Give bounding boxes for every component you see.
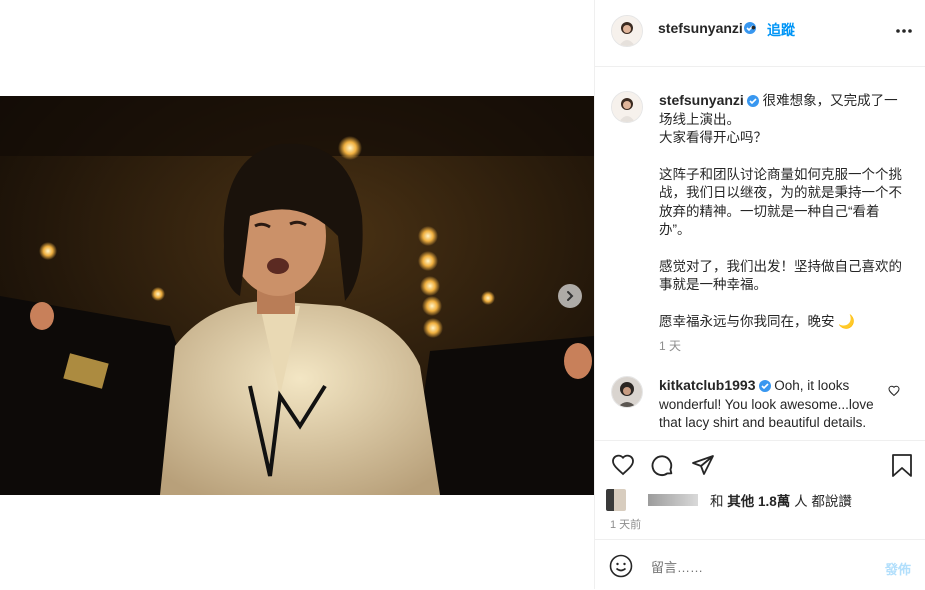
likes-suffix: 人 都說讚 — [794, 494, 852, 509]
share-send-icon[interactable] — [691, 453, 715, 477]
post-photo[interactable] — [0, 96, 594, 495]
next-image-button[interactable] — [558, 284, 582, 308]
save-bookmark-icon[interactable] — [891, 453, 913, 478]
liker-avatar — [606, 489, 626, 511]
likes-summary[interactable]: 和 其他 1.8萬 人 都說讚 — [606, 489, 852, 511]
like-heart-icon[interactable] — [610, 453, 636, 477]
post-comment-button[interactable]: 發佈 — [885, 559, 911, 578]
likes-count: 1.8萬 — [758, 494, 791, 509]
comments-list[interactable]: stefsunyanzi 很难想象，又完成了一场线上演出。 大家看得开心吗？ 这… — [595, 67, 925, 440]
separator-dot: • — [751, 19, 756, 35]
more-options-icon[interactable] — [895, 22, 913, 40]
avatar[interactable] — [611, 15, 643, 47]
photo-image — [0, 96, 594, 495]
post-header: stefsunyanzi • 追蹤 — [595, 0, 925, 67]
like-comment-heart-icon[interactable] — [888, 385, 900, 397]
caption-line: 感觉对了，我们出发！坚持做自己喜欢的事就是一种幸福。 — [659, 258, 902, 293]
post-caption: stefsunyanzi 很难想象，又完成了一场线上演出。 大家看得开心吗？ 这… — [659, 91, 904, 331]
avatar-image — [612, 377, 642, 407]
caption-username[interactable]: stefsunyanzi — [659, 92, 744, 108]
comment-item: kitkatclub1993 Ooh, it looks wonderful! … — [659, 376, 884, 433]
caption-line: 愿幸福永远与你我同在，晚安 🌙 — [659, 313, 856, 329]
chevron-right-icon — [567, 291, 574, 301]
avatar-image — [612, 92, 642, 122]
header-username[interactable]: stefsunyanzi — [658, 20, 743, 36]
liker-username — [648, 494, 698, 506]
comment-bubble-icon[interactable] — [650, 453, 675, 478]
post-actions: 和 其他 1.8萬 人 都說讚 1 天前 — [595, 440, 925, 539]
likes-others-label: 其他 — [727, 494, 755, 509]
comment-username[interactable]: kitkatclub1993 — [659, 377, 756, 393]
caption-avatar[interactable] — [611, 91, 643, 123]
emoji-smile-icon[interactable] — [609, 554, 633, 578]
likes-and: 和 — [710, 494, 724, 509]
post-sidebar: stefsunyanzi • 追蹤 stefsunyanzi 很难想象，又完成了… — [594, 0, 925, 589]
follow-button[interactable]: 追蹤 — [767, 20, 795, 40]
add-comment-bar: 發佈 — [595, 539, 925, 590]
verified-badge-icon — [746, 95, 759, 107]
verified-badge-icon — [758, 380, 771, 392]
post-media-area — [0, 0, 594, 589]
comment-input[interactable] — [649, 555, 873, 579]
caption-line: 这阵子和团队讨论商量如何克服一个个挑战，我们日以继夜，为的就是秉持一个不放弃的精… — [659, 166, 902, 238]
post-date[interactable]: 1 天前 — [610, 516, 641, 532]
caption-timestamp[interactable]: 1 天 — [659, 337, 681, 354]
commenter-avatar[interactable] — [611, 376, 643, 408]
caption-line: 大家看得开心吗？ — [659, 130, 767, 145]
avatar-image — [612, 16, 642, 46]
